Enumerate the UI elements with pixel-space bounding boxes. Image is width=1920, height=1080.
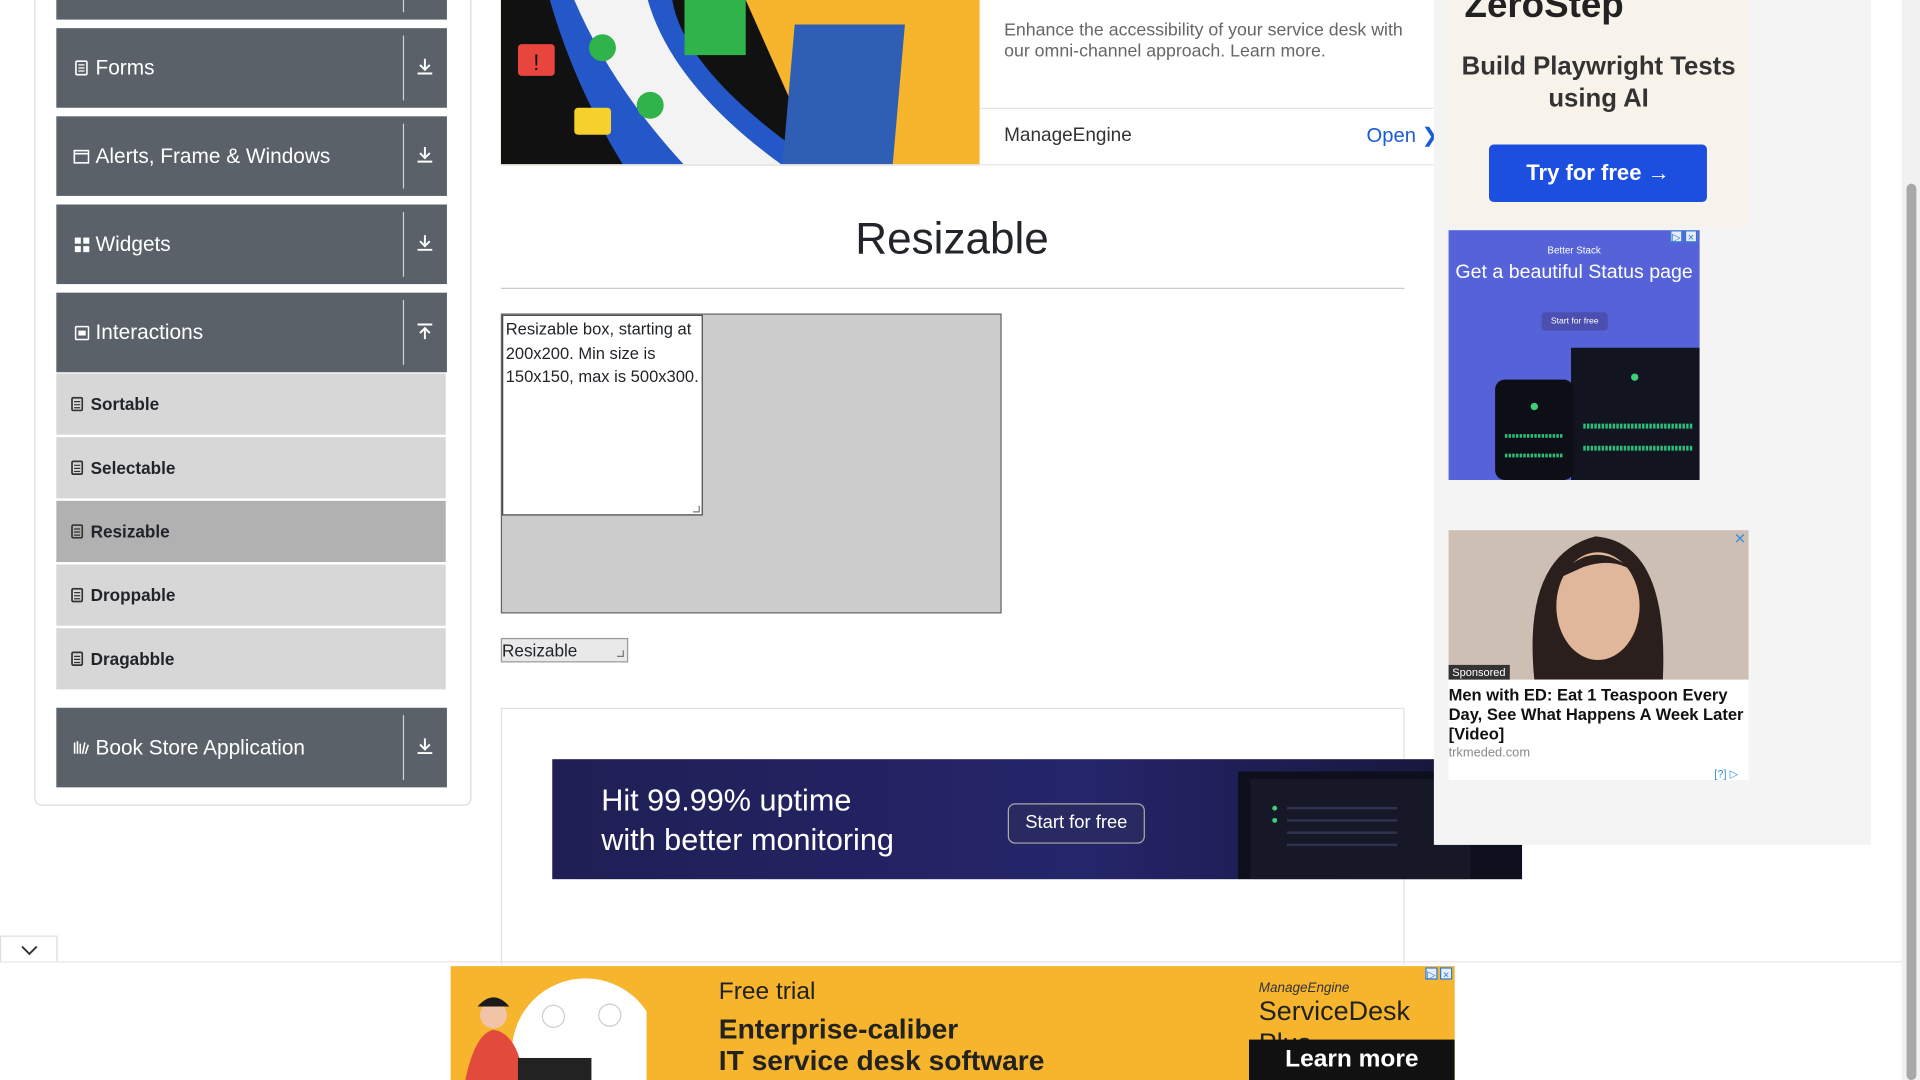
- ad-close-icon[interactable]: ×: [1440, 967, 1453, 981]
- scrollbar-thumb[interactable]: [1906, 183, 1917, 1080]
- sidebar-item-label: Sortable: [90, 394, 160, 414]
- phone-dashboard-image: [1495, 347, 1700, 481]
- portrait-image: [1448, 530, 1749, 680]
- list-item-icon: [71, 651, 84, 667]
- separator: [402, 300, 405, 365]
- sidebar-group-label: Interactions: [95, 320, 204, 344]
- list-item-icon: [71, 460, 84, 475]
- bottom-ad-brand: ManageEngine: [1258, 980, 1350, 996]
- sidebar-item-label: Selectable: [90, 457, 176, 478]
- books-icon: [73, 740, 90, 756]
- separator: [402, 123, 405, 189]
- top-ad-open-link[interactable]: Open ❯: [1367, 124, 1439, 148]
- banner-ad[interactable]: Hit 99.99% uptime with better monitoring…: [552, 759, 1523, 880]
- separator: [402, 0, 405, 13]
- list-item-icon: [71, 524, 84, 539]
- bottom-ad-line1: Enterprise-caliber: [718, 1012, 959, 1045]
- form-icon: [73, 60, 89, 76]
- banner-ad-line1: Hit 99.99% uptime: [601, 783, 852, 818]
- close-icon[interactable]: ✕: [1734, 530, 1746, 547]
- collapse-tab[interactable]: [0, 935, 58, 963]
- grid-icon: [73, 236, 89, 252]
- sidebar-item-resizable[interactable]: Resizable: [56, 500, 446, 563]
- bottom-ad-line2: IT service desk software: [718, 1044, 1045, 1077]
- download-arrow-icon[interactable]: [413, 231, 437, 255]
- sidebar-group-forms[interactable]: Forms: [56, 28, 447, 108]
- divider: [0, 961, 1920, 963]
- interactions-icon: [73, 324, 89, 340]
- sidebar-item-label: Droppable: [90, 585, 176, 605]
- divider: [500, 287, 1405, 289]
- chevron-down-icon: [21, 945, 38, 956]
- ad-help-text: [?]: [1714, 767, 1727, 781]
- bottom-ad-learn-more-button[interactable]: Learn more: [1248, 1039, 1455, 1080]
- sponsored-domain: trkmeded.com: [1448, 745, 1531, 761]
- betterstack-button[interactable]: Start for free: [1541, 312, 1608, 331]
- ad-choices-icon[interactable]: ▷: [1670, 230, 1683, 244]
- list-item-icon: [71, 587, 84, 603]
- resizable-box[interactable]: Resizable: [500, 637, 629, 663]
- sponsored-ad[interactable]: Sponsored ✕ Men with ED: Eat 1 Teaspoon …: [1448, 530, 1749, 781]
- sidebar-item-label: Dragabble: [90, 648, 175, 669]
- list-item-icon: [71, 396, 84, 412]
- top-ad-image[interactable]: !: [500, 0, 980, 166]
- bottom-ad[interactable]: Free trial Enterprise-caliber IT service…: [450, 966, 1455, 1080]
- sponsored-tag: Sponsored: [1448, 664, 1510, 680]
- sidebar-item-label: Resizable: [90, 521, 170, 542]
- ad-choices-icon: ▷: [1729, 767, 1739, 781]
- divider: [500, 164, 1436, 166]
- zerostep-headline: Build Playwright Tests using AI: [1461, 52, 1736, 113]
- sidebar-item-dragabble[interactable]: Dragabble: [56, 628, 446, 690]
- separator: [402, 211, 405, 277]
- sidebar-group-alerts[interactable]: Alerts, Frame & Windows: [56, 116, 447, 196]
- separator: [402, 715, 405, 781]
- sidebar-group-interactions[interactable]: Interactions: [56, 292, 447, 373]
- sidebar-group-label: Alerts, Frame & Windows: [95, 143, 331, 168]
- zerostep-logo: ZeroStep: [1465, 0, 1624, 27]
- resizable-box-text: Resizable box, starting at 200x200. Min …: [505, 319, 699, 386]
- illustration-image: !: [500, 0, 980, 166]
- window-icon: [73, 148, 90, 164]
- ad-choices-icon[interactable]: ▷: [1425, 967, 1438, 981]
- page: Forms Alerts, Frame & Windows Widgets In…: [0, 0, 1920, 1080]
- ad-close-icon[interactable]: ×: [1684, 230, 1698, 244]
- sidebar-group-previous[interactable]: [56, 0, 447, 20]
- sidebar-group-label: Book Store Application: [95, 735, 305, 759]
- sponsored-photo: [1448, 530, 1749, 680]
- zerostep-logo-text: ZeroStep: [1464, 0, 1624, 26]
- sidebar-group-bookstore[interactable]: Book Store Application: [56, 707, 447, 788]
- resize-handle-icon[interactable]: [616, 649, 625, 658]
- banner-ad-line2: with better monitoring: [601, 822, 894, 858]
- download-arrow-icon[interactable]: [413, 143, 437, 167]
- page-title: Resizable: [855, 213, 1049, 264]
- download-arrow-icon[interactable]: [413, 735, 437, 759]
- ad-help-link[interactable]: [?] ▷: [1714, 768, 1738, 781]
- svg-text:!: !: [533, 50, 539, 75]
- banner-ad-button[interactable]: Start for free: [1007, 803, 1145, 844]
- bottom-ad-free-trial: Free trial: [718, 978, 816, 1006]
- betterstack-brand: Better Stack: [1547, 244, 1601, 256]
- sidebar-group-label: Forms: [95, 55, 155, 79]
- resize-handle-icon[interactable]: [692, 504, 701, 513]
- sidebar-group-widgets[interactable]: Widgets: [56, 204, 447, 285]
- top-ad-text[interactable]: Enhance the accessibility of your servic…: [1004, 21, 1433, 63]
- sidebar-group-label: Widgets: [95, 232, 171, 256]
- open-label: Open: [1366, 124, 1416, 147]
- top-ad-brand[interactable]: ManageEngine: [1004, 125, 1132, 147]
- sponsored-title[interactable]: Men with ED: Eat 1 Teaspoon Every Day, S…: [1449, 686, 1749, 745]
- download-arrow-icon[interactable]: [413, 55, 437, 79]
- betterstack-headline: Get a beautiful Status page: [1455, 262, 1693, 283]
- sidebar-item-sortable[interactable]: Sortable: [56, 373, 446, 435]
- resizable-box-text: Resizable: [502, 640, 578, 661]
- sidebar-item-droppable[interactable]: Droppable: [56, 564, 446, 626]
- zerostep-try-button[interactable]: Try for free →: [1488, 144, 1707, 203]
- upload-arrow-icon[interactable]: [413, 320, 437, 344]
- separator: [402, 35, 405, 101]
- sidebar-item-selectable[interactable]: Selectable: [56, 437, 446, 499]
- person-laptop-image: [465, 978, 647, 1080]
- resizable-box-restricted[interactable]: Resizable box, starting at 200x200. Min …: [502, 314, 703, 516]
- betterstack-ad[interactable]: Better Stack Get a beautiful Status page…: [1448, 230, 1700, 481]
- divider: [979, 107, 1436, 109]
